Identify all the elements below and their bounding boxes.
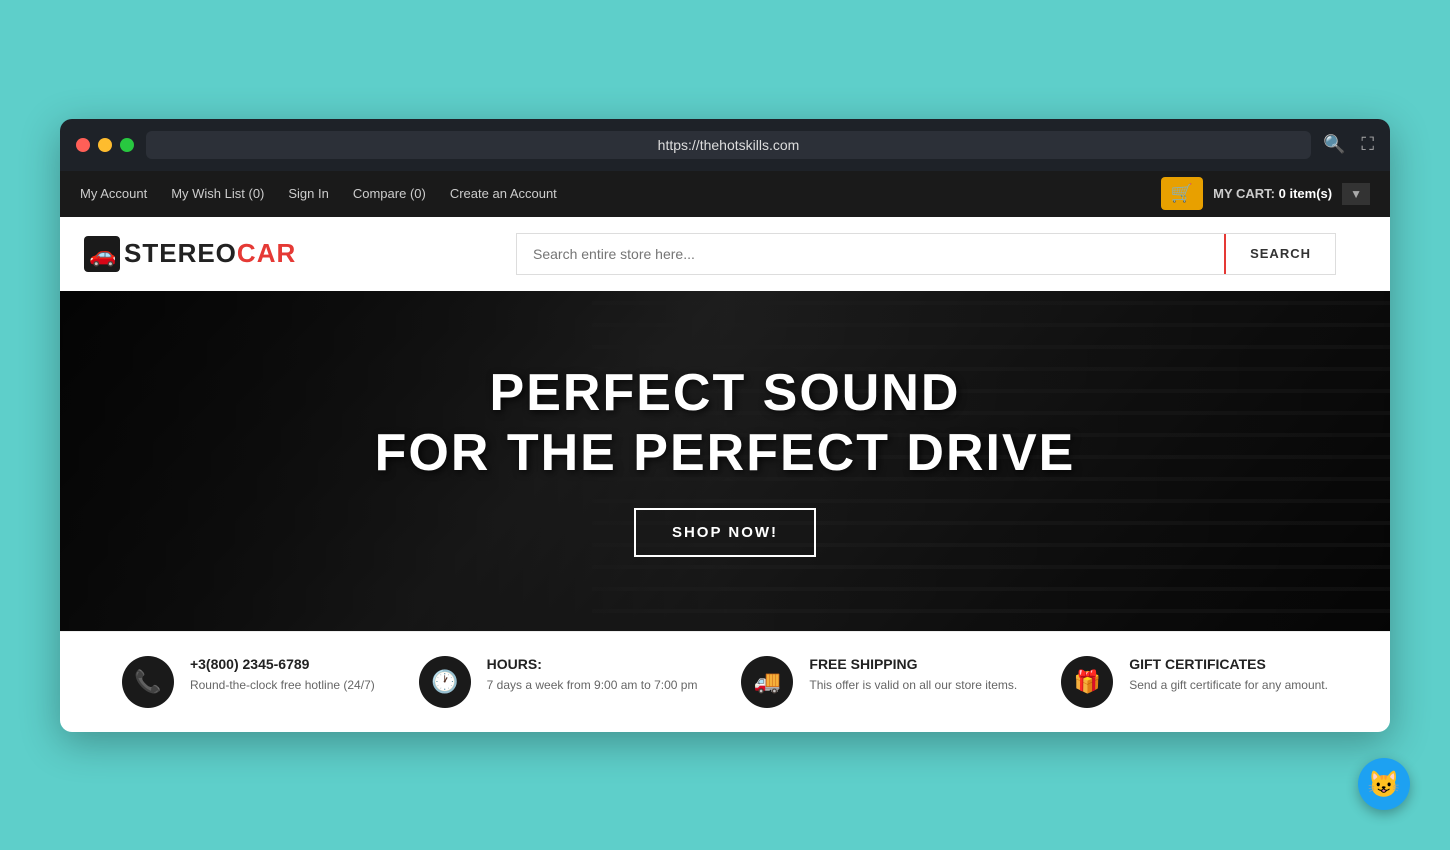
traffic-light-green[interactable] — [120, 138, 134, 152]
search-bar: SEARCH — [516, 233, 1336, 275]
nav-wish-list[interactable]: My Wish List (0) — [171, 186, 264, 201]
logo-text: STEREOCAR — [124, 238, 296, 269]
search-input[interactable] — [517, 234, 1224, 274]
top-nav-right: 🛒 MY CART: 0 item(s) ▼ — [1161, 177, 1370, 210]
nav-create-account[interactable]: Create an Account — [450, 186, 557, 201]
gift-icon: 🎁 — [1074, 669, 1101, 695]
clock-icon-wrap: 🕐 — [419, 656, 471, 708]
search-button[interactable]: SEARCH — [1224, 234, 1335, 274]
cart-label[interactable]: MY CART: 0 item(s) — [1213, 186, 1332, 201]
traffic-light-yellow[interactable] — [98, 138, 112, 152]
browser-window: https://thehotskills.com 🔍 ⛶ My Account … — [60, 119, 1390, 732]
nav-compare[interactable]: Compare (0) — [353, 186, 426, 201]
hero-content: PERFECT SOUND FOR THE PERFECT DRIVE SHOP… — [375, 364, 1076, 557]
feature-shipping: 🚚 FREE SHIPPING This offer is valid on a… — [741, 656, 1017, 708]
search-icon[interactable]: 🔍 — [1323, 134, 1345, 155]
browser-actions: 🔍 ⛶ — [1323, 134, 1374, 155]
nav-sign-in[interactable]: Sign In — [288, 186, 328, 201]
hero-banner: PERFECT SOUND FOR THE PERFECT DRIVE SHOP… — [60, 291, 1390, 631]
logo-car-icon: 🚗 — [84, 236, 120, 272]
truck-icon: 🚚 — [754, 669, 781, 695]
address-bar[interactable]: https://thehotskills.com — [146, 131, 1311, 159]
traffic-lights — [76, 138, 134, 152]
gift-icon-wrap: 🎁 — [1061, 656, 1113, 708]
cart-dropdown[interactable]: ▼ — [1342, 183, 1370, 205]
features-strip: 📞 +3(800) 2345-6789 Round-the-clock free… — [60, 631, 1390, 732]
feature-hours: 🕐 HOURS: 7 days a week from 9:00 am to 7… — [419, 656, 698, 708]
feature-phone: 📞 +3(800) 2345-6789 Round-the-clock free… — [122, 656, 375, 708]
cart-icon: 🛒 — [1171, 183, 1193, 204]
shop-now-button[interactable]: SHOP NOW! — [634, 508, 816, 557]
traffic-light-red[interactable] — [76, 138, 90, 152]
browser-chrome: https://thehotskills.com 🔍 ⛶ — [60, 119, 1390, 171]
nav-my-account[interactable]: My Account — [80, 186, 147, 201]
truck-icon-wrap: 🚚 — [741, 656, 793, 708]
top-nav: My Account My Wish List (0) Sign In Comp… — [60, 171, 1390, 217]
chat-icon: 😺 — [1368, 769, 1400, 800]
cart-icon-wrap: 🛒 — [1161, 177, 1203, 210]
feature-gift: 🎁 GIFT CERTIFICATES Send a gift certific… — [1061, 656, 1328, 708]
feature-gift-text: GIFT CERTIFICATES Send a gift certificat… — [1129, 656, 1328, 694]
fullscreen-icon[interactable]: ⛶ — [1361, 134, 1374, 155]
feature-phone-text: +3(800) 2345-6789 Round-the-clock free h… — [190, 656, 375, 694]
phone-icon: 📞 — [134, 669, 161, 695]
site-header: 🚗 STEREOCAR SEARCH — [60, 217, 1390, 291]
chat-bubble[interactable]: 😺 — [1358, 758, 1410, 810]
feature-shipping-text: FREE SHIPPING This offer is valid on all… — [809, 656, 1017, 694]
top-nav-links: My Account My Wish List (0) Sign In Comp… — [80, 186, 557, 201]
clock-icon: 🕐 — [431, 669, 458, 695]
svg-text:🚗: 🚗 — [89, 242, 116, 267]
hero-title: PERFECT SOUND FOR THE PERFECT DRIVE — [375, 364, 1076, 484]
phone-icon-wrap: 📞 — [122, 656, 174, 708]
url-text: https://thehotskills.com — [658, 137, 800, 153]
site-logo[interactable]: 🚗 STEREOCAR — [84, 236, 296, 272]
feature-hours-text: HOURS: 7 days a week from 9:00 am to 7:0… — [487, 656, 698, 694]
